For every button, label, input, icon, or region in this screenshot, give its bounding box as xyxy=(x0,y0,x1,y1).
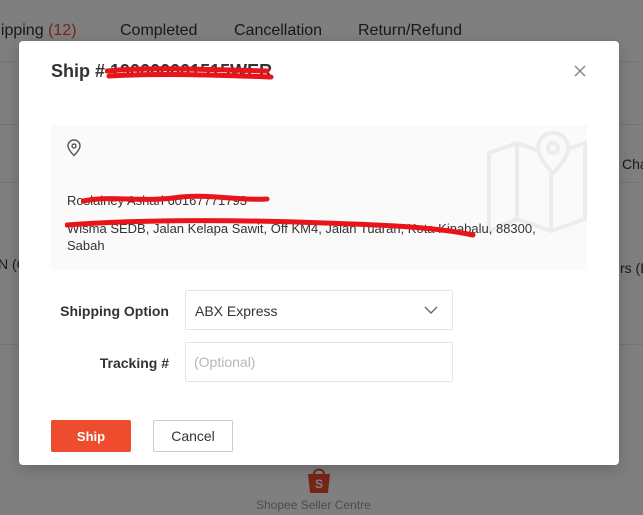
map-watermark-icon xyxy=(487,130,587,233)
shipping-option-select[interactable]: ABX Express xyxy=(185,290,453,330)
cancel-button[interactable]: Cancel xyxy=(153,420,233,452)
ship-button[interactable]: Ship xyxy=(51,420,131,452)
shipping-address-card: Roslainey Ashari 60167771793 Wisma SEDB,… xyxy=(51,125,587,270)
redaction-scribble xyxy=(65,218,476,238)
location-pin-icon xyxy=(67,139,81,157)
modal-title-prefix: Ship # xyxy=(51,61,106,81)
close-icon[interactable] xyxy=(570,61,590,81)
tracking-number-input[interactable] xyxy=(185,342,453,382)
redaction-scribble xyxy=(105,66,274,80)
redaction-scribble xyxy=(81,193,270,204)
chevron-down-icon xyxy=(424,306,438,314)
ship-order-modal: Ship # 190000001515WER Roslainey Ashari … xyxy=(19,41,619,465)
tracking-number-label: Tracking # xyxy=(99,355,169,371)
shipping-option-value: ABX Express xyxy=(195,303,278,319)
shipping-option-label: Shipping Option xyxy=(60,303,169,319)
